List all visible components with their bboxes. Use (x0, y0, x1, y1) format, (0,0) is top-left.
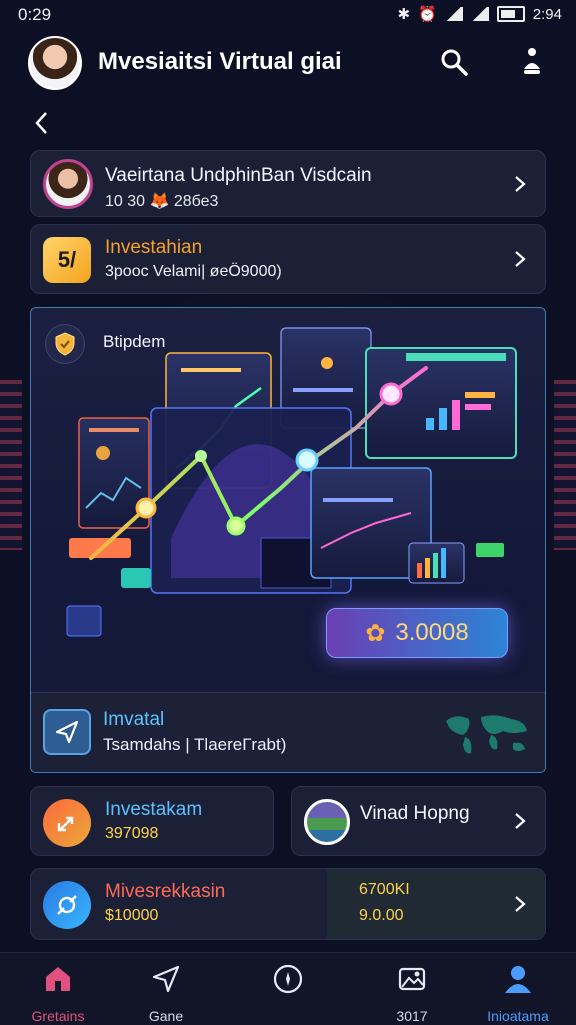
hero-footer-title: Imvatal (103, 709, 165, 730)
nav-label-game: Gane (148, 1008, 184, 1024)
chevron-right-icon (515, 175, 526, 192)
bottom-nav: Gretains Gane 3017 Inioatama (0, 952, 576, 1025)
send-icon (152, 965, 180, 993)
mivesrekkasin-right-bottom: 9.0.00 (359, 907, 404, 924)
background-rack-left (0, 380, 22, 550)
trend-point (226, 516, 246, 536)
app-header: Mvesiaitsi Virtual giai (0, 36, 576, 96)
back-button[interactable] (30, 108, 58, 138)
shield-icon (55, 332, 75, 356)
coin-icon: 5/ (43, 237, 91, 283)
nav-label-home: Gretains (31, 1008, 85, 1024)
status-bar: 0:29 ✱ ⏰ 2:94 (0, 0, 576, 30)
gallery-icon (398, 967, 426, 991)
exchange-icon-badge (43, 799, 91, 847)
mivesrekkasin-title: Mivesrekkasin (105, 881, 226, 902)
profile-card[interactable]: Vaeirtana UndphinВаn Visdcain 10 30 🦊 28… (30, 150, 546, 217)
profile-button[interactable] (516, 46, 548, 78)
signal-icon (444, 7, 463, 21)
status-time: 0:29 (18, 5, 52, 24)
hero-panel[interactable]: Btipdem ✿ 3.0008 Imvatal Tsamdahs | Tlae… (30, 307, 546, 773)
chevron-right-icon (515, 813, 526, 829)
hero-footer-subtitle: Tsamdahs | TlaereГrabt) (103, 735, 287, 754)
battery-icon (496, 6, 525, 22)
tag-doc (66, 605, 102, 637)
person-icon (505, 966, 531, 993)
investakam-title: Investakam (105, 799, 203, 820)
shield-icon-badge (45, 324, 85, 364)
investment-card-subtitle: 3pooс Velami| øеÖ9000) (105, 263, 282, 280)
avatar[interactable] (28, 36, 82, 90)
background-rack-right (554, 380, 576, 550)
trend-point (195, 450, 207, 462)
leaf-icon: ✿ (365, 619, 386, 647)
vinad-title: Vinad Hopng (360, 803, 470, 824)
nav-item-home[interactable]: Gretains (8, 963, 108, 1024)
nav-item-explore[interactable] (238, 963, 338, 1008)
nav-item-gallery[interactable]: 3017 (362, 963, 462, 1024)
chevron-right-icon (515, 896, 526, 912)
nav-item-profile[interactable]: Inioatama (468, 963, 568, 1024)
investakam-card[interactable]: Investakam 397098 (30, 786, 274, 856)
exchange-icon (57, 816, 74, 832)
bluetooth-icon: ✱ (397, 6, 411, 23)
vinad-card[interactable]: Vinad Hopng (291, 786, 546, 856)
profile-card-title: Vaeirtana UndphinВаn Visdcain (105, 165, 372, 186)
status-clock: 2:94 (532, 5, 562, 23)
mivesrekkasin-right-top: 6700KI (359, 881, 410, 898)
trend-point (295, 448, 319, 472)
send-icon (55, 720, 79, 744)
send-icon-tile (43, 709, 91, 755)
tag-green (476, 543, 504, 557)
person-icon (524, 48, 540, 74)
search-icon (441, 49, 468, 76)
investment-card-title: Investahian (105, 237, 203, 258)
home-icon (46, 967, 70, 991)
hero-label: Btipdem (103, 332, 166, 351)
signal-icon-2 (470, 7, 489, 21)
trend-point (379, 382, 403, 406)
profile-card-subtitle: 10 30 🦊 28бе3 (105, 193, 219, 210)
mivesrekkasin-value: $10000 (105, 907, 159, 924)
chevron-left-icon (35, 112, 47, 134)
nav-label-gallery: 3017 (396, 1008, 428, 1024)
profile-avatar (43, 159, 93, 209)
value-pill[interactable]: ✿ 3.0008 (326, 608, 508, 658)
trend-point (135, 497, 157, 519)
link-icon-badge (43, 881, 91, 929)
nav-item-game[interactable]: Gane (116, 963, 216, 1024)
page-title: Mvesiaitsi Virtual giai (98, 48, 342, 75)
status-icons: ✱ ⏰ 2:94 (397, 5, 562, 24)
search-button[interactable] (438, 46, 470, 78)
dashboard-panel-small (408, 542, 465, 584)
investment-card[interactable]: 5/ Investahian 3pooс Velami| øеÖ9000) (30, 224, 546, 294)
chevron-right-icon (515, 251, 526, 267)
nav-label-profile: Inioatama (487, 1008, 549, 1024)
landscape-avatar (304, 799, 350, 845)
hero-footer[interactable]: Imvatal Tsamdahs | TlaereГrabt) (31, 692, 545, 772)
tag-teal (121, 568, 151, 588)
mivesrekkasin-card[interactable]: Mivesrekkasin $10000 6700KI 9.0.00 (30, 868, 546, 940)
investakam-value: 397098 (105, 825, 159, 842)
link-icon (57, 895, 77, 915)
world-map-icon (446, 715, 527, 754)
compass-icon (273, 964, 303, 994)
value-pill-amount: 3.0008 (395, 619, 469, 646)
alarm-icon: ⏰ (418, 6, 437, 23)
